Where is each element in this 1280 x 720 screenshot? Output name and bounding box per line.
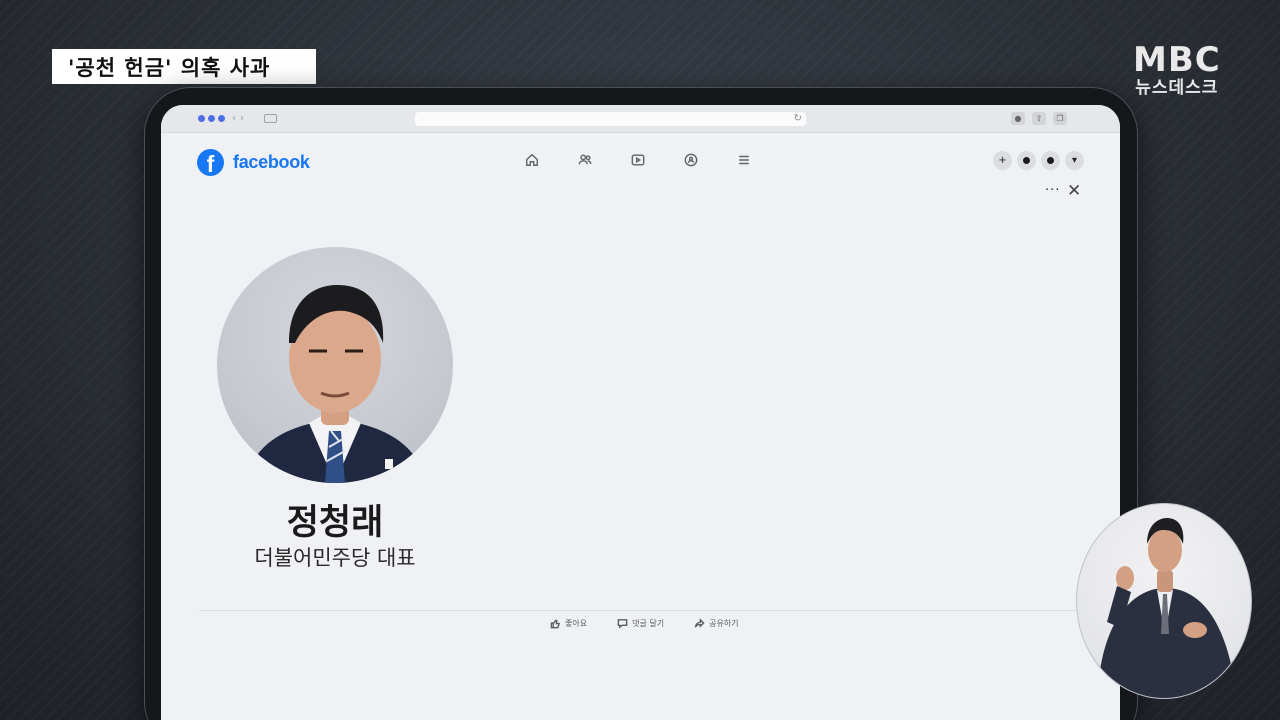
share-arrow-icon: [694, 618, 705, 628]
messenger-icon[interactable]: [1017, 151, 1036, 170]
close-dot[interactable]: [198, 115, 205, 122]
interpreter-illustration: [1097, 518, 1237, 698]
plus-icon[interactable]: +: [993, 151, 1012, 170]
close-icon[interactable]: ✕: [1067, 181, 1081, 201]
profile-name: 정청래: [286, 503, 384, 543]
share-button[interactable]: 공유하기: [694, 618, 739, 629]
tablet-screen: ‹ › ↻ ● ⇧ ❐ f facebook + ▾ ··· ✕ 정청래 더불어…: [161, 105, 1120, 720]
profile-title: 더불어민주당 대표: [254, 546, 416, 570]
like-button[interactable]: 좋아요: [550, 618, 587, 629]
portrait-illustration: [245, 285, 427, 483]
watch-icon[interactable]: [629, 151, 647, 169]
home-icon[interactable]: [523, 151, 541, 169]
forward-icon[interactable]: ›: [240, 113, 244, 124]
account-dropdown-icon[interactable]: ▾: [1065, 151, 1084, 170]
logo-main: MBC: [1133, 40, 1221, 80]
comment-button[interactable]: 댓글 달기: [617, 618, 664, 629]
maximize-dot[interactable]: [218, 115, 225, 122]
more-options-icon[interactable]: ···: [1045, 183, 1060, 198]
post-divider: [199, 610, 1079, 611]
share-icon[interactable]: ⇧: [1032, 112, 1046, 125]
mbc-logo: MBC 뉴스데스크: [1133, 42, 1221, 98]
extension-icon[interactable]: ●: [1011, 112, 1025, 125]
browser-actions: ● ⇧ ❐: [1011, 112, 1067, 125]
comment-icon: [617, 619, 628, 629]
back-icon[interactable]: ‹: [232, 113, 236, 124]
facebook-nav: [523, 151, 753, 169]
sidebar-toggle-icon[interactable]: [264, 114, 277, 123]
facebook-wordmark[interactable]: facebook: [233, 152, 310, 173]
notifications-icon[interactable]: [1041, 151, 1060, 170]
comment-label: 댓글 달기: [632, 619, 665, 628]
friends-icon[interactable]: [576, 151, 594, 169]
like-label: 좋아요: [565, 619, 588, 628]
minimize-dot[interactable]: [208, 115, 215, 122]
facebook-logo-icon[interactable]: f: [197, 149, 224, 177]
sign-language-interpreter: [1076, 503, 1252, 699]
thumbs-up-icon: [550, 619, 561, 629]
reload-icon[interactable]: ↻: [794, 112, 802, 126]
post-actions: 좋아요 댓글 달기 공유하기: [550, 618, 739, 629]
logo-sub: 뉴스데스크: [1135, 78, 1219, 98]
nav-arrows: ‹ ›: [232, 113, 244, 124]
menu-icon[interactable]: [735, 151, 753, 169]
share-label: 공유하기: [709, 619, 739, 628]
facebook-account-actions: + ▾: [993, 151, 1084, 170]
groups-icon[interactable]: [682, 151, 700, 169]
news-caption: '공천 헌금' 의혹 사과: [52, 49, 316, 84]
browser-toolbar: ‹ › ↻ ● ⇧ ❐: [161, 105, 1120, 133]
profile-photo: [217, 247, 453, 483]
tabs-icon[interactable]: ❐: [1053, 112, 1067, 125]
window-dots: [198, 115, 225, 122]
address-bar[interactable]: ↻: [415, 112, 806, 126]
